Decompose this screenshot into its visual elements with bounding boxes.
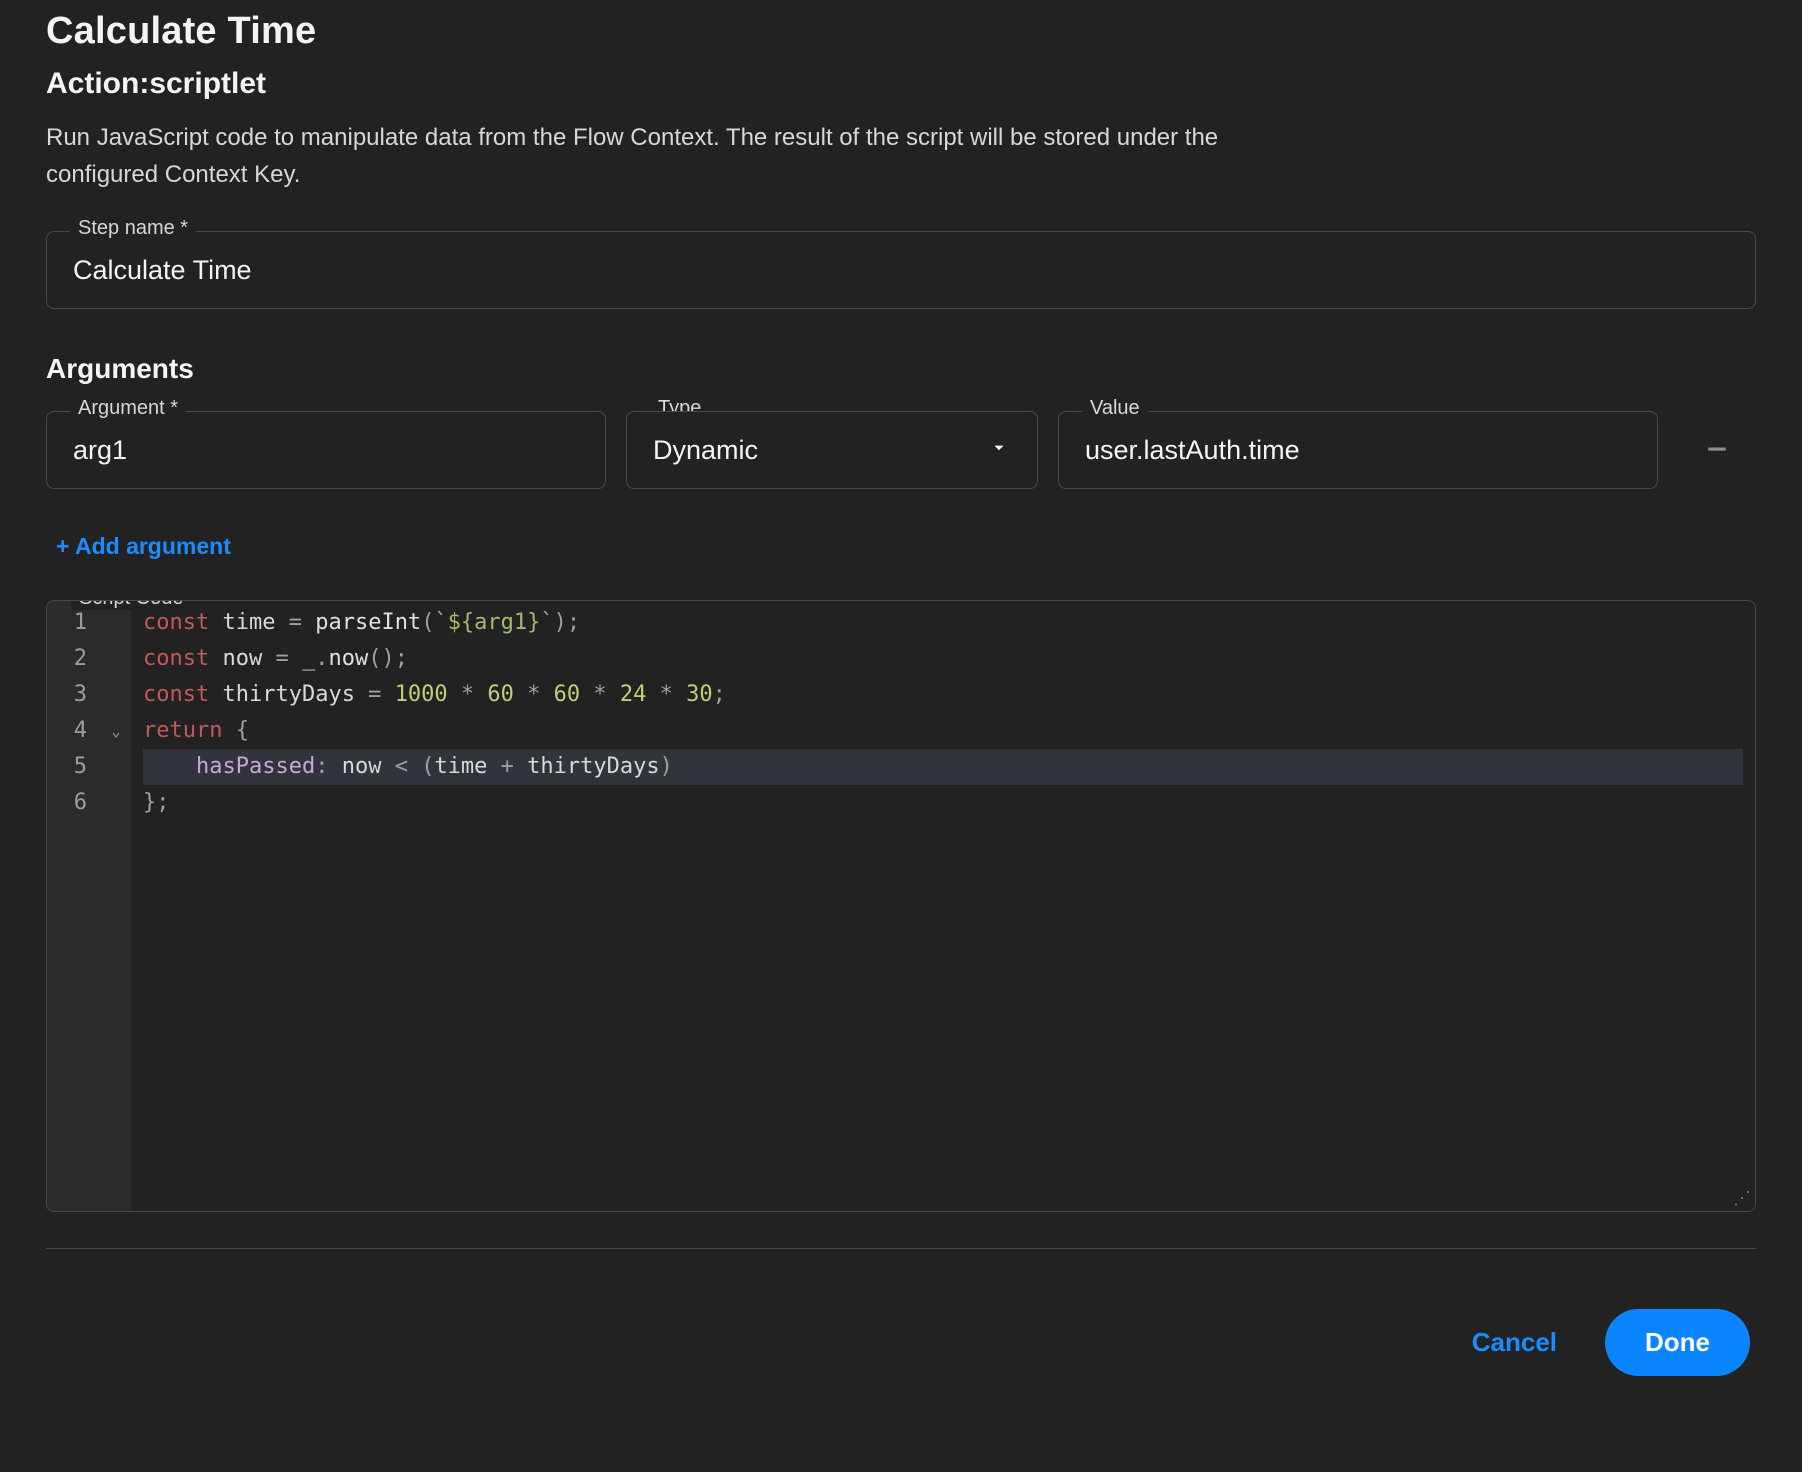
- page-title: Calculate Time: [46, 10, 1756, 53]
- code-body[interactable]: const time = parseInt(`${arg1}`);const n…: [131, 601, 1755, 1211]
- argument-name-label: Argument *: [70, 397, 186, 420]
- argument-value-field: Value: [1058, 411, 1658, 489]
- step-name-field: Step name *: [46, 231, 1756, 309]
- argument-type-field: Type: [626, 411, 1038, 489]
- argument-name-field: Argument *: [46, 411, 606, 489]
- step-name-label: Step name *: [70, 217, 196, 240]
- dialog-footer: Cancel Done: [46, 1309, 1756, 1376]
- script-code-field: Script Code 123456 ⌄ const time = parseI…: [46, 600, 1756, 1212]
- code-fold-gutter: ⌄: [101, 601, 131, 1211]
- argument-row: Argument * Type Value: [46, 411, 1756, 489]
- scriptlet-config-panel: Calculate Time Action:scriptlet Run Java…: [0, 0, 1802, 1416]
- code-editor[interactable]: 123456 ⌄ const time = parseInt(`${arg1}`…: [47, 601, 1755, 1211]
- argument-name-input[interactable]: [46, 411, 606, 489]
- action-description: Run JavaScript code to manipulate data f…: [46, 119, 1306, 193]
- minus-icon: [1702, 434, 1732, 467]
- arguments-heading: Arguments: [46, 353, 1756, 385]
- add-argument-button[interactable]: + Add argument: [56, 533, 231, 560]
- resize-handle-icon[interactable]: ⋰: [1733, 1189, 1751, 1207]
- remove-argument-button[interactable]: [1694, 426, 1740, 475]
- argument-value-label: Value: [1082, 397, 1148, 420]
- script-code-label: Script Code: [71, 600, 192, 610]
- done-button[interactable]: Done: [1605, 1309, 1750, 1376]
- cancel-button[interactable]: Cancel: [1466, 1326, 1563, 1359]
- argument-value-input[interactable]: [1058, 411, 1658, 489]
- argument-type-select[interactable]: [626, 411, 1038, 489]
- code-line-gutter: 123456: [47, 601, 101, 1211]
- step-name-input[interactable]: [46, 231, 1756, 309]
- footer-separator: [46, 1248, 1756, 1249]
- action-type-heading: Action:scriptlet: [46, 67, 1756, 101]
